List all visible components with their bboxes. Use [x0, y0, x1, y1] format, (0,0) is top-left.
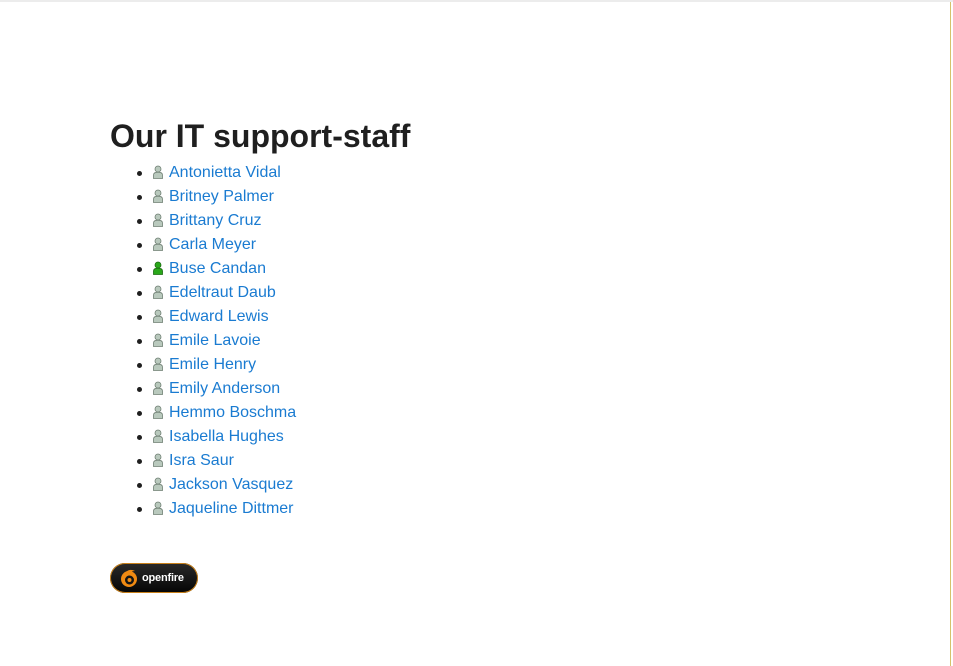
staff-list-item: Antonietta Vidal — [136, 161, 410, 185]
staff-name-link[interactable]: Emile Lavoie — [169, 332, 261, 349]
page: Our IT support-staff Antonietta Vidal Bri… — [0, 0, 953, 666]
staff-list-item: Edeltraut Daub — [136, 281, 410, 305]
user-offline-icon — [152, 451, 164, 467]
staff-name-link[interactable]: Buse Candan — [169, 260, 266, 277]
user-offline-icon — [152, 403, 164, 419]
user-offline-icon — [152, 187, 164, 203]
page-title: Our IT support-staff — [110, 118, 411, 154]
staff-name-link[interactable]: Antonietta Vidal — [169, 164, 281, 181]
staff-list-item: Buse Candan — [136, 257, 410, 281]
user-offline-icon — [152, 211, 164, 227]
staff-name-link[interactable]: Isra Saur — [169, 452, 234, 469]
staff-name-link[interactable]: Hemmo Boschma — [169, 404, 296, 421]
user-offline-icon — [152, 475, 164, 491]
staff-name-link[interactable]: Jackson Vasquez — [169, 476, 293, 493]
user-offline-icon — [152, 163, 164, 179]
openfire-flame-icon — [119, 568, 139, 588]
staff-name-link[interactable]: Emile Henry — [169, 356, 256, 373]
staff-list-item: Brittany Cruz — [136, 209, 410, 233]
user-online-icon — [152, 259, 164, 275]
staff-list-item: Jaqueline Dittmer — [136, 497, 410, 521]
staff-list-item: Edward Lewis — [136, 305, 410, 329]
user-offline-icon — [152, 355, 164, 371]
staff-name-link[interactable]: Edeltraut Daub — [169, 284, 276, 301]
main-content: Our IT support-staff Antonietta Vidal Bri… — [110, 116, 410, 521]
staff-list-item: Isra Saur — [136, 449, 410, 473]
staff-name-link[interactable]: Jaqueline Dittmer — [169, 500, 294, 517]
staff-name-link[interactable]: Carla Meyer — [169, 236, 256, 253]
user-offline-icon — [152, 235, 164, 251]
staff-list-item: Carla Meyer — [136, 233, 410, 257]
staff-list-item: Isabella Hughes — [136, 425, 410, 449]
staff-name-link[interactable]: Britney Palmer — [169, 188, 274, 205]
staff-list-item: Emile Henry — [136, 353, 410, 377]
staff-name-link[interactable]: Brittany Cruz — [169, 212, 261, 229]
user-offline-icon — [152, 331, 164, 347]
right-edge-divider — [950, 2, 951, 666]
staff-list-item: Britney Palmer — [136, 185, 410, 209]
user-offline-icon — [152, 427, 164, 443]
staff-list: Antonietta Vidal Britney Palmer Brittany C… — [110, 161, 410, 521]
staff-name-link[interactable]: Edward Lewis — [169, 308, 269, 325]
staff-list-item: Emile Lavoie — [136, 329, 410, 353]
user-offline-icon — [152, 307, 164, 323]
user-offline-icon — [152, 379, 164, 395]
staff-list-item: Jackson Vasquez — [136, 473, 410, 497]
openfire-badge-label: openfire — [142, 572, 184, 584]
staff-name-link[interactable]: Emily Anderson — [169, 380, 280, 397]
staff-list-item: Hemmo Boschma — [136, 401, 410, 425]
user-offline-icon — [152, 499, 164, 515]
openfire-badge[interactable]: openfire — [110, 563, 198, 593]
staff-list-item: Emily Anderson — [136, 377, 410, 401]
staff-name-link[interactable]: Isabella Hughes — [169, 428, 284, 445]
user-offline-icon — [152, 283, 164, 299]
